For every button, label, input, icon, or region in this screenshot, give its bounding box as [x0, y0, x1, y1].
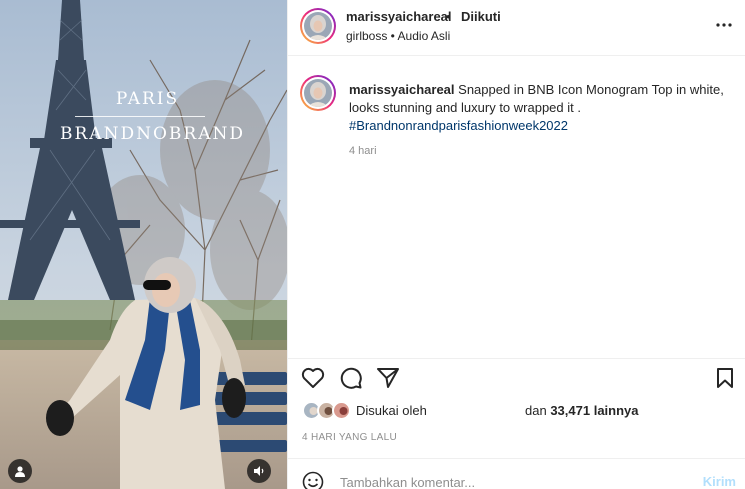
caption-hashtag[interactable]: #Brandnonrandparisfashionweek2022	[349, 118, 568, 133]
avatar-photo	[304, 79, 332, 107]
likes-count: 33,471	[550, 403, 591, 418]
caption-text: marissyaichareal Snapped in BNB Icon Mon…	[349, 81, 724, 135]
header-separator: •	[446, 9, 451, 24]
overlay-divider	[75, 116, 205, 117]
more-horizontal-icon	[716, 23, 732, 27]
overlay-brand-text: BRANDNOBRAND	[60, 124, 245, 144]
liked-by-label: Disukai oleh	[356, 403, 427, 418]
author-avatar[interactable]	[300, 8, 336, 44]
liker-photo	[334, 403, 349, 418]
comment-form: Kirim	[288, 458, 745, 489]
save-button[interactable]	[712, 365, 738, 391]
caption-avatar[interactable]	[300, 75, 336, 111]
speaker-icon	[254, 466, 264, 476]
send-icon	[377, 368, 399, 388]
caption-timestamp: 4 hari	[349, 145, 377, 157]
post-header: marissyaichareal • Diikuti girlboss • Au…	[288, 0, 745, 56]
heart-icon	[301, 367, 325, 388]
likes-and-label: dan	[525, 403, 547, 418]
action-bar	[288, 358, 745, 394]
post-date[interactable]: 4 HARI YANG LALU	[302, 432, 397, 443]
author-username[interactable]: marissyaichareal	[346, 9, 452, 24]
post-media[interactable]: PARIS BRANDNOBRAND	[0, 0, 287, 489]
avatar-photo	[304, 12, 332, 40]
post-comment-button[interactable]: Kirim	[703, 474, 736, 489]
audio-toggle-button[interactable]	[247, 459, 271, 483]
likes-summary: Disukai oleh dan 33,471 lainnya	[302, 400, 732, 422]
likes-count-link[interactable]: dan 33,471 lainnya	[525, 403, 639, 418]
follow-status-button[interactable]: Diikuti	[461, 9, 501, 24]
more-options-button[interactable]	[714, 15, 734, 35]
comment-icon	[340, 367, 362, 389]
liker-avatar[interactable]	[332, 401, 351, 420]
comment-input[interactable]	[340, 473, 660, 489]
emoji-icon[interactable]	[302, 471, 324, 489]
comment-button[interactable]	[338, 365, 364, 391]
likes-others-label: lainnya	[593, 403, 639, 418]
share-button[interactable]	[375, 365, 401, 391]
post-photo	[0, 0, 287, 489]
overlay-city-text: PARIS	[115, 89, 180, 109]
audio-link[interactable]: girlboss • Audio Asli	[346, 29, 450, 43]
bookmark-icon	[717, 368, 733, 388]
tagged-users-button[interactable]	[8, 459, 32, 483]
user-icon	[15, 466, 25, 477]
caption-username[interactable]: marissyaichareal	[349, 82, 455, 97]
post-details-panel: marissyaichareal • Diikuti girlboss • Au…	[287, 0, 745, 489]
like-button[interactable]	[300, 365, 326, 391]
